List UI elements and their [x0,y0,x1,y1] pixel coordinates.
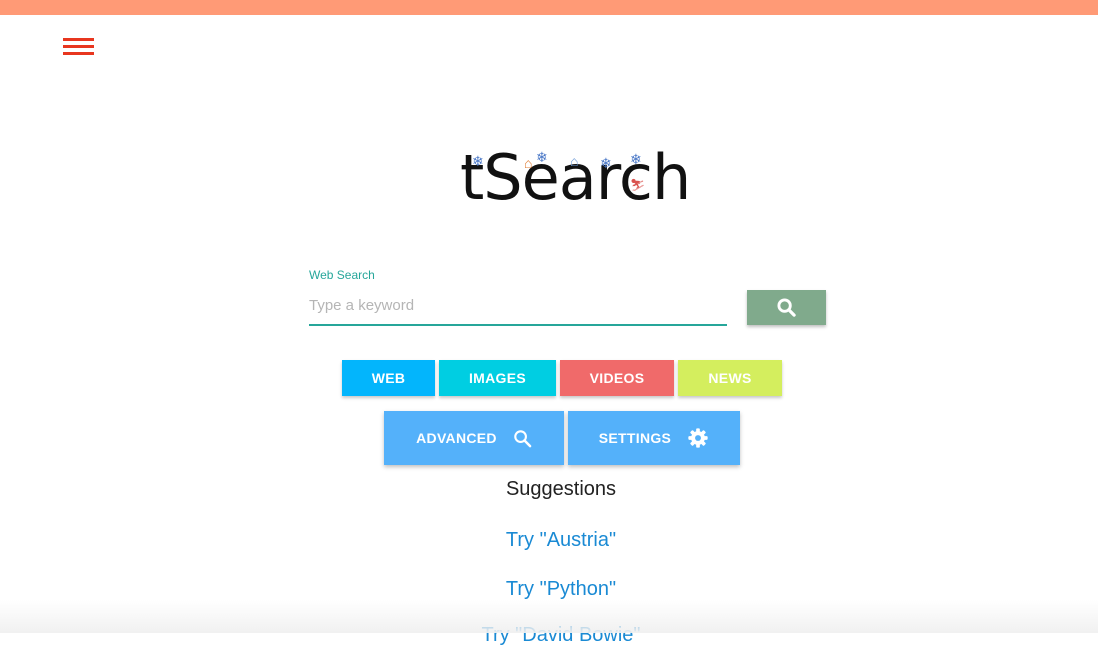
tab-images[interactable]: IMAGES [439,360,556,396]
suggestion-link[interactable]: Try "Python" [0,578,1098,601]
tab-web-label: WEB [371,370,406,386]
settings-button[interactable]: SETTINGS [568,411,740,465]
hamburger-menu-icon[interactable] [60,34,96,60]
house-icon: ⌂ [524,155,533,171]
search-label: Web Search [309,268,375,282]
search-input[interactable] [309,286,727,326]
gear-icon [688,428,708,448]
cabin-icon: ⌂ [570,153,579,169]
advanced-label: ADVANCED [416,430,497,446]
search-icon [514,429,532,447]
advanced-button[interactable]: ADVANCED [384,411,564,465]
tab-images-label: IMAGES [468,370,527,386]
tab-web[interactable]: WEB [342,360,435,396]
snowflake-icon: ❄ [600,155,612,171]
suggestion-link[interactable]: Try "David Bowie" [0,624,1098,647]
tab-news-label: NEWS [708,370,752,386]
snowflake-icon: ❄ [630,151,642,167]
search-button[interactable] [747,290,826,325]
logo: tSearch ❄ ❄ ❄ ❄ ⌂ ⌂ ⛷ [440,138,700,218]
suggestion-link[interactable]: Try "Austria" [0,529,1098,552]
top-accent-bar [0,0,1098,15]
skier-icon: ⛷ [630,178,646,192]
snowflake-icon: ❄ [536,149,548,165]
logo-text: tSearch [460,141,691,214]
snowflake-icon: ❄ [472,153,484,169]
tab-news[interactable]: NEWS [678,360,782,396]
tab-videos-label: VIDEOS [589,370,645,386]
search-icon [777,298,796,317]
suggestions-heading: Suggestions [505,478,617,500]
tab-videos[interactable]: VIDEOS [560,360,674,396]
settings-label: SETTINGS [598,430,672,446]
